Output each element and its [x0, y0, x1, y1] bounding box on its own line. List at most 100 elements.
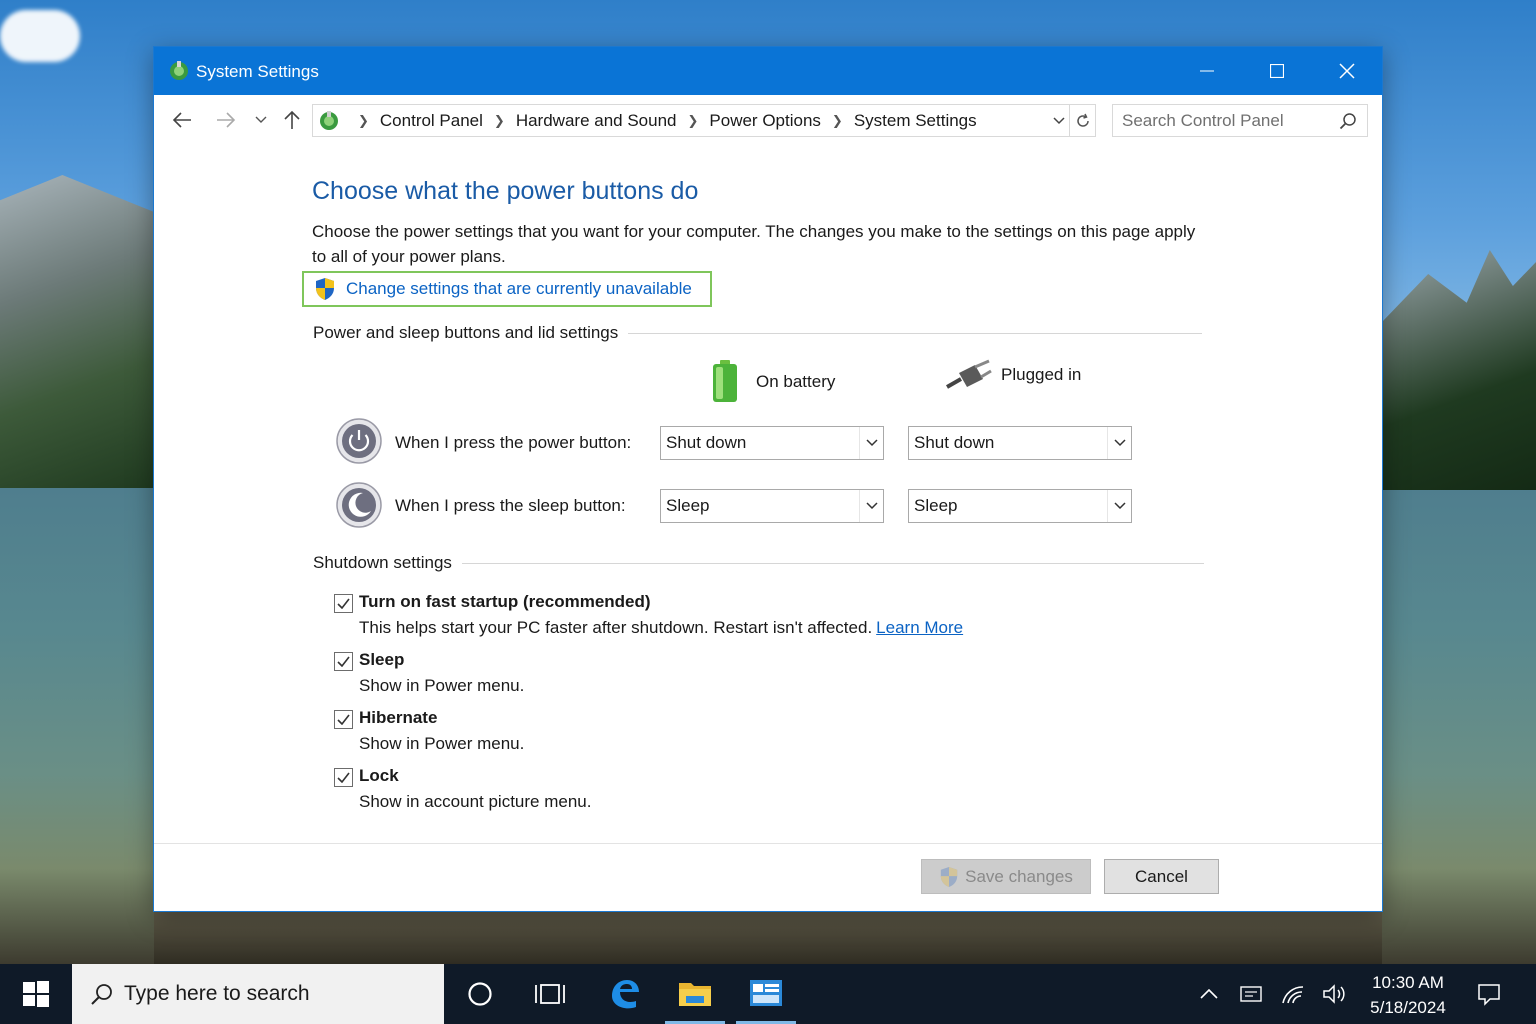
search-input[interactable]	[1113, 105, 1333, 136]
taskbar: Type here to search 10:30 AM 5/18/2024	[0, 964, 1536, 1024]
breadcrumb-system-settings[interactable]: System Settings	[854, 111, 977, 131]
address-history-dropdown-icon[interactable]	[1051, 112, 1067, 128]
navigation-bar: ❯ Control Panel ❯ Hardware and Sound ❯ P…	[154, 95, 1382, 147]
back-arrow-icon	[172, 112, 191, 128]
on-battery-label: On battery	[756, 372, 836, 391]
select-value: Shut down	[666, 433, 747, 452]
hibernate-label[interactable]: Hibernate	[359, 708, 437, 728]
search-box	[1112, 104, 1368, 137]
chevron-down-icon	[1107, 490, 1131, 522]
search-icon	[91, 984, 112, 1005]
breadcrumb-separator-icon[interactable]: ❯	[688, 113, 699, 129]
footer-divider	[154, 843, 1382, 844]
learn-more-link[interactable]: Learn More	[876, 618, 963, 637]
close-icon	[1339, 63, 1355, 79]
fast-startup-checkbox[interactable]	[334, 594, 353, 613]
fast-startup-description: This helps start your PC faster after sh…	[359, 618, 963, 638]
windows-logo-icon	[23, 981, 49, 1007]
maximize-icon	[1270, 64, 1284, 78]
power-button-row-label: When I press the power button:	[395, 433, 632, 452]
back-button[interactable]	[169, 107, 195, 133]
task-view-button[interactable]	[520, 964, 580, 1024]
breadcrumb-separator-icon[interactable]: ❯	[832, 113, 843, 129]
section-heading-label: Power and sleep buttons and lid settings	[313, 323, 619, 342]
power-button-on-battery-select[interactable]: Shut down	[660, 426, 884, 460]
checkmark-icon	[337, 656, 350, 667]
taskbar-search-box[interactable]: Type here to search	[72, 964, 444, 1024]
chevron-down-icon	[255, 116, 267, 123]
maximize-button[interactable]	[1242, 47, 1312, 95]
breadcrumb: ❯ Control Panel ❯ Hardware and Sound ❯ P…	[347, 105, 977, 136]
network-button[interactable]	[1276, 964, 1310, 1024]
input-indicator-button[interactable]	[1234, 964, 1268, 1024]
recent-locations-button[interactable]	[248, 107, 274, 133]
change-unavailable-settings-link[interactable]: Change settings that are currently unava…	[302, 271, 712, 307]
power-button-plugged-in-select[interactable]: Shut down	[908, 426, 1132, 460]
save-changes-label: Save changes	[965, 866, 1073, 886]
edge-icon	[612, 980, 639, 1009]
search-icon[interactable]	[1339, 112, 1357, 130]
input-method-icon	[1240, 986, 1262, 1002]
lock-checkbox[interactable]	[334, 768, 353, 787]
wifi-icon	[1282, 986, 1304, 1004]
fast-startup-desc-text: This helps start your PC faster after sh…	[359, 618, 873, 637]
control-panel-icon	[320, 111, 338, 130]
show-hidden-icons-button[interactable]	[1192, 964, 1226, 1024]
start-button[interactable]	[0, 964, 72, 1024]
sleep-button-icon	[336, 482, 382, 528]
breadcrumb-power-options[interactable]: Power Options	[709, 111, 821, 131]
select-value: Shut down	[914, 433, 995, 452]
refresh-button[interactable]	[1069, 105, 1096, 136]
cancel-button[interactable]: Cancel	[1104, 859, 1219, 894]
desktop-cloud	[0, 10, 80, 62]
breadcrumb-hardware-and-sound[interactable]: Hardware and Sound	[516, 111, 677, 131]
lock-label[interactable]: Lock	[359, 766, 399, 786]
fast-startup-label[interactable]: Turn on fast startup (recommended)	[359, 592, 651, 612]
action-center-button[interactable]	[1470, 964, 1508, 1024]
sleep-button-plugged-in-select[interactable]: Sleep	[908, 489, 1132, 523]
close-button[interactable]	[1312, 47, 1382, 95]
sleep-description: Show in Power menu.	[359, 676, 525, 695]
select-value: Sleep	[666, 496, 710, 515]
file-explorer-button[interactable]	[665, 964, 725, 1024]
chevron-up-icon	[1200, 989, 1218, 999]
edge-browser-button[interactable]	[595, 964, 655, 1024]
checkmark-icon	[337, 714, 350, 725]
forward-arrow-icon	[217, 112, 236, 128]
up-arrow-icon	[284, 110, 300, 129]
sleep-label[interactable]: Sleep	[359, 650, 404, 670]
sleep-checkbox[interactable]	[334, 652, 353, 671]
section-heading-label: Shutdown settings	[313, 553, 452, 572]
up-button[interactable]	[279, 107, 305, 133]
lock-description: Show in account picture menu.	[359, 792, 592, 811]
checkmark-icon	[337, 772, 350, 783]
section-divider	[628, 332, 1203, 334]
shutdown-settings-heading: Shutdown settings	[313, 553, 1204, 573]
power-plug-icon	[946, 359, 992, 389]
refresh-icon	[1077, 113, 1089, 127]
breadcrumb-control-panel[interactable]: Control Panel	[380, 111, 483, 131]
clock[interactable]: 10:30 AM 5/18/2024	[1356, 970, 1460, 1020]
cortana-button[interactable]	[450, 964, 510, 1024]
on-battery-column-header: On battery	[710, 359, 835, 405]
minimize-icon	[1200, 70, 1214, 72]
forward-button[interactable]	[213, 107, 239, 133]
volume-button[interactable]	[1318, 964, 1352, 1024]
control-panel-window-icon	[750, 979, 782, 1006]
control-panel-taskbar-button[interactable]	[736, 964, 796, 1024]
save-changes-button[interactable]: Save changes	[921, 859, 1091, 894]
breadcrumb-separator-icon[interactable]: ❯	[494, 113, 505, 129]
breadcrumb-separator-icon: ❯	[358, 112, 369, 128]
taskbar-search-placeholder: Type here to search	[124, 982, 310, 1005]
sleep-button-on-battery-select[interactable]: Sleep	[660, 489, 884, 523]
task-view-icon	[535, 984, 565, 1004]
hibernate-checkbox[interactable]	[334, 710, 353, 729]
minimize-button[interactable]	[1172, 47, 1242, 95]
power-button-icon	[336, 418, 382, 464]
address-bar[interactable]: ❯ Control Panel ❯ Hardware and Sound ❯ P…	[312, 104, 1096, 137]
uac-shield-icon	[316, 278, 334, 300]
chevron-down-icon	[1107, 427, 1131, 459]
power-buttons-section-heading: Power and sleep buttons and lid settings	[313, 323, 1203, 343]
system-settings-window: System Settings ❯ Control Panel ❯ Hardwa…	[153, 46, 1383, 912]
chevron-down-icon	[859, 427, 883, 459]
